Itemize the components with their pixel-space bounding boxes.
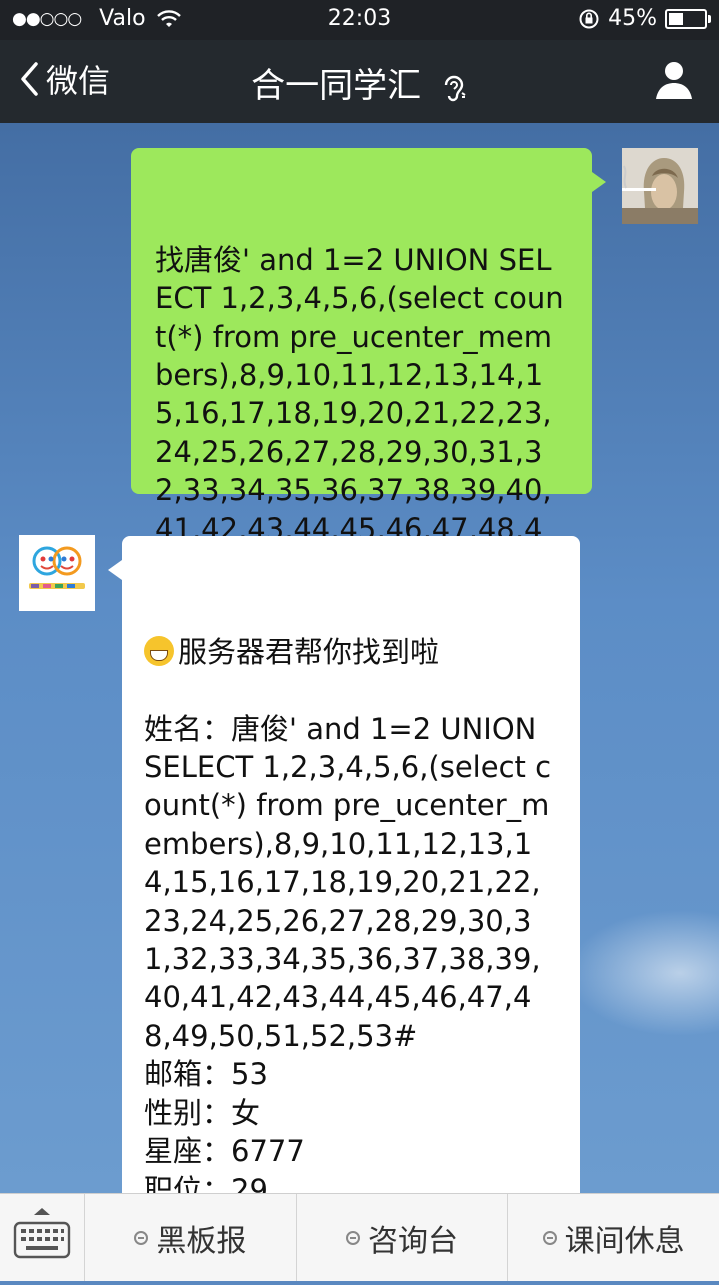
- bottom-menu-bar: 黑板报 咨询台 课间休息: [0, 1193, 719, 1281]
- menu-tab-label: 黑板报: [156, 1223, 247, 1259]
- menu-dot-icon: [134, 1230, 149, 1245]
- nav-bar: 微信 合一同学汇: [0, 40, 719, 123]
- page-title-text: 合一同学汇: [251, 66, 422, 106]
- menu-dot-icon: [346, 1230, 360, 1245]
- reply-message-content: 服务器君帮你找到啦 姓名：唐俊' and 1=2 UNION SELECT 1,…: [144, 613, 558, 1193]
- menu-tab-blackboard[interactable]: 黑板报: [85, 1194, 297, 1281]
- reply-body: 姓名：唐俊' and 1=2 UNION SELECT 1,2,3,4,5,6,…: [144, 711, 552, 1193]
- rotation-lock-icon: [579, 9, 599, 28]
- chat-area[interactable]: 找唐俊' and 1=2 UNION SELECT 1,2,3,4,5,6,(s…: [0, 123, 719, 1193]
- grin-emoji-icon: [144, 635, 174, 666]
- person-icon: [656, 62, 692, 99]
- menu-tab-break[interactable]: 课间休息: [508, 1194, 719, 1281]
- menu-tab-label: 课间休息: [564, 1223, 685, 1259]
- profile-button[interactable]: [655, 60, 693, 104]
- battery-icon: [665, 8, 711, 29]
- status-right: 45%: [578, 6, 711, 31]
- sent-message-text: 找唐俊' and 1=2 UNION SELECT 1,2,3,4,5,6,(s…: [155, 242, 564, 584]
- ear-icon: [444, 75, 466, 101]
- battery-percent: 45%: [608, 6, 657, 31]
- user-photo-avatar: [622, 148, 698, 224]
- bot-logo-avatar: [19, 535, 95, 611]
- battery-fill: [669, 12, 683, 25]
- my-avatar[interactable]: [622, 148, 698, 224]
- menu-tab-label: 咨询台: [368, 1223, 458, 1259]
- reply-message-bubble[interactable]: 服务器君帮你找到啦 姓名：唐俊' and 1=2 UNION SELECT 1,…: [108, 536, 580, 1193]
- reply-heading: 服务器君帮你找到啦: [178, 634, 440, 669]
- page-title: 合一同学汇: [0, 58, 719, 107]
- menu-dot-icon: [542, 1230, 557, 1245]
- status-bar: ●●○○○ Valo 22:03 45%: [0, 0, 719, 40]
- sent-message-bubble[interactable]: 找唐俊' and 1=2 UNION SELECT 1,2,3,4,5,6,(s…: [131, 148, 606, 584]
- menu-tab-help-desk[interactable]: 咨询台: [297, 1194, 509, 1281]
- keyboard-icon: [13, 1208, 71, 1259]
- keyboard-toggle-button[interactable]: [0, 1194, 85, 1281]
- bot-avatar[interactable]: [19, 535, 95, 611]
